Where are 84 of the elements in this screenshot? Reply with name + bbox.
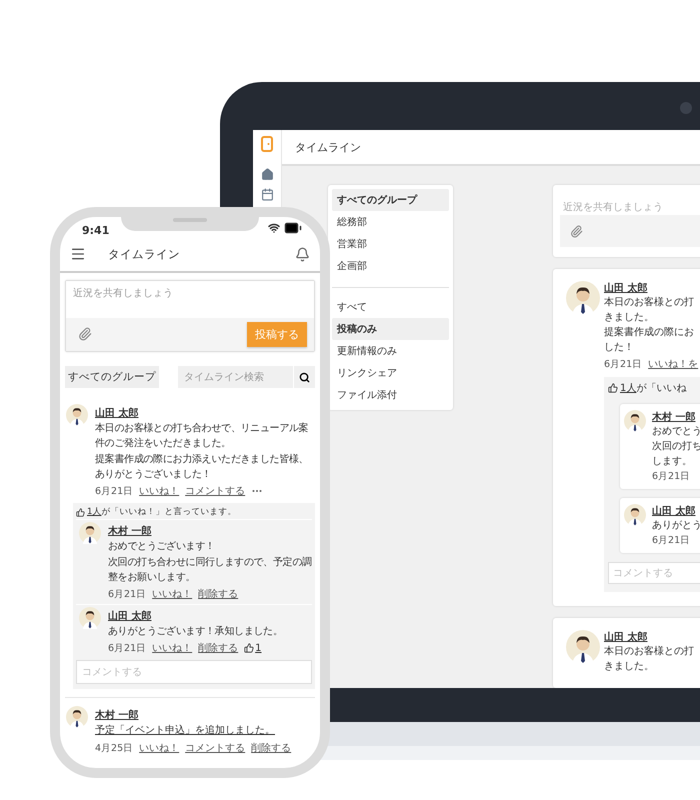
- action-link[interactable]: いいね！: [152, 641, 192, 655]
- post-text: ありがとう: [652, 519, 700, 533]
- post-text: ありがとうございます！承知しました。: [108, 625, 284, 639]
- bell-icon[interactable]: [295, 246, 310, 262]
- page-title: タイムライン: [108, 246, 181, 262]
- post-date: 4月25日: [95, 742, 134, 754]
- calendar-icon[interactable]: [260, 188, 274, 201]
- post-text: した！: [604, 341, 635, 355]
- filter-item[interactable]: ファイル添付: [332, 384, 449, 406]
- action-link[interactable]: いいね！: [139, 484, 180, 498]
- action-link[interactable]: 削除する: [198, 641, 238, 655]
- group-item[interactable]: 企画部: [332, 255, 449, 277]
- wifi-icon: [268, 222, 280, 234]
- likes-link[interactable]: 1人: [87, 507, 102, 517]
- group-item[interactable]: 営業部: [332, 233, 449, 255]
- comment-input[interactable]: コメントする: [608, 562, 700, 584]
- filter-item[interactable]: すべて: [332, 296, 449, 318]
- post-text: きました。: [604, 660, 655, 674]
- post-text: 次回の打ち合わせに同行しますので、予定の調整をお願いします。: [108, 556, 312, 585]
- author-link[interactable]: 山田 太郎: [652, 504, 696, 518]
- author-link[interactable]: 山田 太郎: [108, 609, 152, 623]
- home-icon[interactable]: [260, 168, 274, 181]
- avatar-icon: [566, 281, 600, 315]
- likes-text: 1人が「いいね！」と言っています。: [87, 506, 236, 518]
- thumbs-up-icon: [608, 383, 618, 393]
- author-link[interactable]: 木村 一郎: [652, 410, 696, 424]
- avatar-icon: [624, 504, 646, 526]
- paperclip-icon[interactable]: [570, 224, 583, 238]
- filter-item[interactable]: 投稿のみ: [332, 318, 449, 340]
- post-text: します。: [652, 455, 693, 469]
- thumbs-up-icon: [244, 643, 254, 653]
- status-time: 9:41: [82, 224, 110, 237]
- comment-date: 6月21日: [652, 470, 692, 483]
- comment-input[interactable]: コメントする: [76, 660, 312, 684]
- filter-item[interactable]: 更新情報のみ: [332, 340, 449, 362]
- post-date: 6月21日: [95, 484, 134, 498]
- like-count-link[interactable]: 1: [244, 642, 262, 654]
- group-item[interactable]: 総務部: [332, 211, 449, 233]
- post-date: 6月21日: [604, 358, 642, 370]
- group-item[interactable]: すべてのグループ: [332, 189, 449, 211]
- avatar-icon: [79, 522, 101, 544]
- avatar-icon: [624, 410, 646, 432]
- comment-date: 6月21日: [108, 642, 146, 654]
- search-button[interactable]: [293, 366, 315, 388]
- post-text: おめでとうございます！: [108, 540, 216, 554]
- update-link[interactable]: 予定「イベント申込」を追加しました。: [95, 723, 275, 739]
- likes-text: 1人が「いいね: [620, 382, 686, 395]
- comment-date: 6月21日: [108, 588, 146, 600]
- avatar-icon: [566, 630, 600, 664]
- paperclip-icon[interactable]: [78, 327, 92, 341]
- action-link[interactable]: いいね！を: [648, 357, 698, 371]
- camera-icon: [680, 102, 692, 114]
- logo-icon: [261, 136, 273, 152]
- action-link[interactable]: コメントする: [185, 484, 246, 498]
- post-text: 本日のお客様との打ち合わせで、リニューアル案件のご発注をいただきました。: [95, 422, 310, 451]
- avatar-icon: [66, 404, 88, 426]
- post-text: 本日のお客様との打: [604, 296, 695, 310]
- author-link[interactable]: 山田 太郎: [604, 281, 648, 295]
- author-link[interactable]: 木村 一郎: [95, 708, 138, 722]
- action-link[interactable]: 削除する: [198, 587, 238, 601]
- action-link[interactable]: いいね！: [139, 741, 180, 755]
- likes-link[interactable]: 1人: [620, 383, 636, 394]
- status-field[interactable]: 近況を共有しましょう: [66, 281, 314, 317]
- search-field[interactable]: タイムライン検索: [178, 366, 293, 388]
- author-link[interactable]: 山田 太郎: [604, 630, 648, 644]
- page-title: タイムライン: [295, 140, 361, 154]
- avatar-icon: [66, 706, 88, 728]
- post-text: 提案書作成の際にお: [604, 326, 695, 340]
- avatar-icon: [79, 607, 101, 629]
- menu-icon[interactable]: [70, 246, 86, 262]
- search-icon: [299, 372, 310, 382]
- thumbs-up-icon: [76, 508, 85, 516]
- post-text: 提案書作成の際にお力添えいただきました皆様、ありがとうございました！: [95, 452, 310, 482]
- author-link[interactable]: 山田 太郎: [95, 406, 138, 420]
- group-dropdown[interactable]: すべてのグループ: [65, 366, 159, 388]
- action-link[interactable]: 削除する: [251, 741, 292, 755]
- filter-item[interactable]: リンクシェア: [332, 362, 449, 384]
- post-text: きました。: [604, 311, 655, 325]
- action-link[interactable]: いいね！: [152, 587, 192, 601]
- post-text: 本日のお客様との打: [604, 645, 695, 659]
- post-text: おめでとう: [652, 425, 700, 439]
- author-link[interactable]: 木村 一郎: [108, 524, 152, 538]
- action-link[interactable]: コメントする: [185, 741, 246, 755]
- comment-date: 6月21日: [652, 534, 692, 547]
